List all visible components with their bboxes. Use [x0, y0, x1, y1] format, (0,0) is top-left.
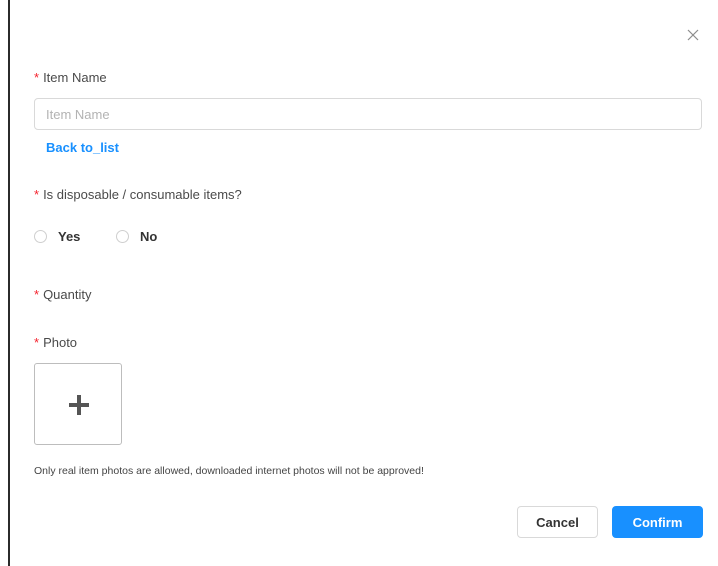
- required-mark: *: [34, 187, 40, 202]
- item-form-dialog: *Item Name Back to_list *Is disposable /…: [10, 0, 718, 566]
- disposable-label: * Is disposable / consumable items?: [34, 187, 242, 202]
- radio-button[interactable]: [116, 229, 129, 243]
- close-button[interactable]: [684, 26, 702, 44]
- confirm-button[interactable]: Confirm: [612, 506, 703, 538]
- photo-upload-button[interactable]: [34, 363, 122, 445]
- radio-label-yes: Yes: [58, 228, 81, 244]
- required-mark: *: [34, 70, 40, 85]
- radio-option-yes[interactable]: Yes: [34, 226, 80, 246]
- photo-label-text: Photo: [43, 335, 78, 350]
- radio-option-no[interactable]: No: [116, 226, 157, 246]
- required-mark: *: [34, 287, 40, 302]
- item-name-label-text: Item Name: [43, 70, 107, 85]
- back-to-list-link[interactable]: Back to_list: [46, 140, 119, 155]
- item-name-input[interactable]: [34, 98, 702, 130]
- quantity-label-text: Quantity: [43, 287, 92, 302]
- required-mark: *: [34, 335, 40, 350]
- photo-label: * Photo: [34, 335, 77, 350]
- item-name-label: * Item Name: [34, 70, 107, 85]
- quantity-label: * Quantity: [34, 287, 91, 302]
- photo-hint-text: Only real item photos are allowed, downl…: [34, 465, 424, 477]
- radio-label-no: No: [140, 228, 158, 244]
- cancel-button[interactable]: Cancel: [517, 506, 598, 538]
- radio-button[interactable]: [34, 229, 47, 243]
- disposable-label-text: Is disposable / consumable items?: [43, 187, 242, 202]
- close-icon: [687, 29, 699, 41]
